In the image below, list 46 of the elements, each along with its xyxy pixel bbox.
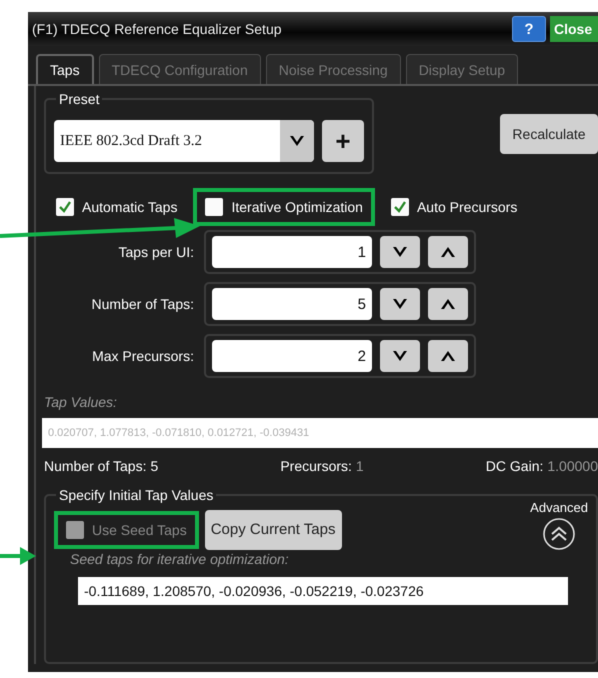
- checkbox[interactable]: [390, 198, 409, 216]
- tab[interactable]: Taps: [36, 54, 94, 84]
- checkbox-label: Use Seed Taps: [92, 522, 187, 538]
- field-label: Max Precursors:: [91, 348, 194, 364]
- decrement-button[interactable]: [380, 288, 420, 320]
- number-field[interactable]: 2: [212, 340, 372, 372]
- help-button[interactable]: ?: [512, 16, 546, 42]
- chevron-up-icon: [440, 245, 456, 259]
- decrement-button[interactable]: [380, 340, 420, 372]
- preset-dropdown[interactable]: IEEE 802.3cd Draft 3.2: [54, 120, 314, 162]
- checkbox-label: Iterative Optimization: [231, 199, 363, 215]
- recalculate-button[interactable]: Recalculate: [500, 114, 598, 154]
- seed-taps-field[interactable]: -0.111689, 1.208570, -0.020936, -0.052219, -0.023726: [78, 577, 568, 605]
- summary-value: 1.00000: [547, 458, 598, 474]
- field-label: Seed taps for iterative optimization:: [69, 551, 289, 567]
- chevron-down-icon: [392, 349, 408, 363]
- field-label: Number of Taps:: [90, 296, 194, 312]
- field-label: Taps per UI:: [118, 244, 194, 260]
- pointer-arrow: [0, 547, 36, 565]
- increment-button[interactable]: [428, 288, 468, 320]
- increment-button[interactable]: [428, 236, 468, 268]
- window-title: (F1) TDECQ Reference Equalizer Setup: [32, 21, 283, 37]
- chevron-down-icon: [392, 245, 408, 259]
- copy-taps-button[interactable]: Copy Current Taps: [204, 510, 342, 550]
- checkbox[interactable]: [56, 198, 74, 216]
- number-field[interactable]: 5: [212, 288, 372, 320]
- chevron-down-icon: [289, 134, 305, 148]
- decrement-button[interactable]: [380, 236, 420, 268]
- double-chevron-up-icon[interactable]: [542, 517, 576, 551]
- advanced-label: Advanced: [530, 500, 588, 515]
- checkbox-label: Automatic Taps: [82, 199, 178, 215]
- close-button[interactable]: Close: [550, 16, 598, 42]
- summary-value: 1: [356, 458, 364, 474]
- summary-label: DC Gain:: [486, 458, 544, 474]
- checkbox-label: Auto Precursors: [416, 199, 518, 215]
- chevron-down-icon: [392, 297, 408, 311]
- chevron-up-icon: [440, 349, 456, 363]
- add-preset-button[interactable]: +: [322, 120, 364, 162]
- summary-value: 5: [150, 458, 158, 474]
- summary-label: Precursors:: [280, 458, 352, 474]
- summary-label: Number of Taps:: [44, 458, 146, 474]
- field-label: Tap Values:: [44, 394, 118, 410]
- checkbox[interactable]: [205, 198, 224, 216]
- number-field[interactable]: 1: [212, 236, 372, 268]
- chevron-up-icon: [440, 297, 456, 311]
- increment-button[interactable]: [428, 340, 468, 372]
